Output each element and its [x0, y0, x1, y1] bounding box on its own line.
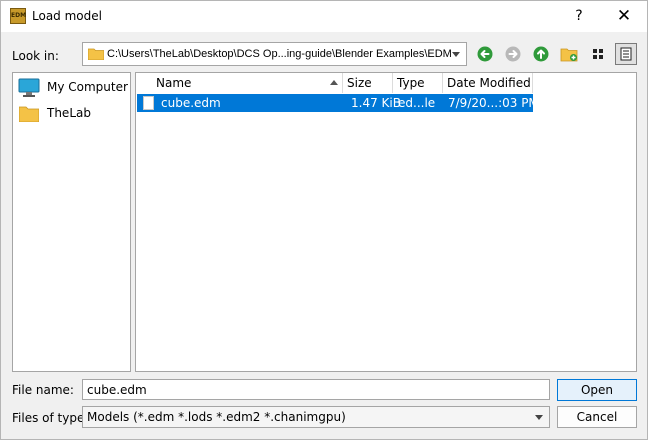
- file-row[interactable]: cube.edm 1.47 KiB ed...le 7/9/20...:03 P…: [137, 94, 539, 112]
- window-title: Load model: [32, 9, 102, 23]
- file-list: Name Size Type Date Modified cube.edm 1.…: [135, 72, 637, 372]
- back-icon[interactable]: [475, 44, 495, 64]
- chevron-down-icon[interactable]: [452, 52, 460, 57]
- sidebar: My Computer TheLab: [12, 72, 131, 372]
- column-header-size[interactable]: Size: [343, 73, 393, 93]
- file-icon: [143, 96, 154, 110]
- parent-folder-icon[interactable]: [531, 44, 551, 64]
- look-in-combobox[interactable]: C:\Users\TheLab\Desktop\DCS Op...ing-gui…: [82, 42, 467, 66]
- file-name-input[interactable]: [82, 379, 550, 400]
- column-header-date-modified[interactable]: Date Modified: [443, 73, 533, 93]
- computer-icon: [18, 78, 40, 97]
- open-button[interactable]: Open: [557, 379, 637, 401]
- sidebar-item-label: My Computer: [47, 80, 128, 94]
- title-bar: EDM Load model ? ✕: [1, 1, 647, 32]
- column-header-name[interactable]: Name: [136, 73, 343, 93]
- file-date: 7/9/20...:03 PM: [448, 96, 539, 110]
- file-type: ed...le: [398, 96, 436, 110]
- file-size: 1.47 KiB: [351, 96, 401, 110]
- folder-icon: [19, 106, 39, 122]
- look-in-label: Look in:: [12, 49, 59, 63]
- list-view-icon[interactable]: [587, 43, 609, 65]
- sort-ascending-icon: [330, 80, 338, 85]
- file-name-label: File name:: [12, 383, 74, 397]
- cancel-button[interactable]: Cancel: [557, 406, 637, 428]
- sidebar-item-thelab[interactable]: TheLab: [18, 103, 128, 125]
- sidebar-item-my-computer[interactable]: My Computer: [18, 77, 128, 99]
- new-folder-icon[interactable]: [559, 44, 579, 64]
- column-header-type[interactable]: Type: [393, 73, 443, 93]
- sidebar-item-label: TheLab: [47, 106, 91, 120]
- load-model-dialog: EDM Load model ? ✕ Look in: C:\Users\The…: [0, 0, 648, 440]
- file-type-value: Models (*.edm *.lods *.edm2 *.chanimgpu): [87, 410, 346, 424]
- help-button[interactable]: ?: [558, 1, 600, 32]
- file-name: cube.edm: [161, 96, 221, 110]
- file-type-combobox[interactable]: Models (*.edm *.lods *.edm2 *.chanimgpu): [82, 406, 550, 428]
- app-icon: EDM: [10, 8, 26, 24]
- forward-icon[interactable]: [503, 44, 523, 64]
- chevron-down-icon[interactable]: [535, 415, 543, 420]
- folder-icon: [88, 48, 104, 60]
- look-in-path: C:\Users\TheLab\Desktop\DCS Op...ing-gui…: [107, 48, 452, 60]
- detail-view-icon[interactable]: [615, 43, 637, 65]
- close-button[interactable]: ✕: [603, 1, 645, 32]
- file-type-label: Files of type:: [12, 411, 89, 425]
